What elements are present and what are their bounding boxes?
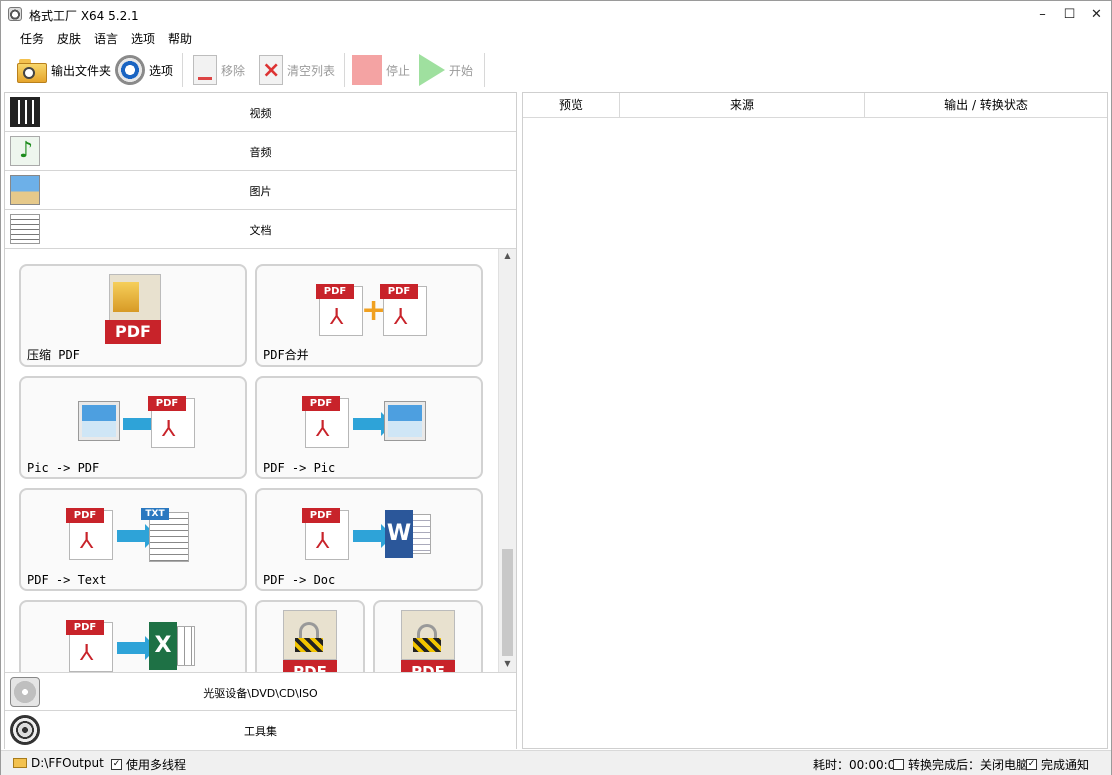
output-path[interactable]: D:\FFOutput xyxy=(13,756,104,770)
pdf-to-doc-icon: PDF ⅄ W xyxy=(302,506,433,562)
status-bar: D:\FFOutput ✓ 使用多线程 耗时：00:00:00 转换完成后：关闭… xyxy=(1,750,1111,775)
app-logo-icon xyxy=(8,7,22,21)
multithread-checkbox[interactable]: ✓ 使用多线程 xyxy=(111,756,186,773)
window-title: 格式工厂 X64 5.2.1 xyxy=(29,9,139,23)
compress-pdf-icon: PDF xyxy=(105,274,161,346)
clear-list-icon: × xyxy=(259,55,283,85)
tool-merge-pdf[interactable]: PDF ⅄ + PDF ⅄ PDF合并 xyxy=(255,264,483,367)
checkbox-checked-icon: ✓ xyxy=(111,759,122,770)
category-image[interactable]: 图片 xyxy=(5,171,516,210)
menu-language[interactable]: 语言 xyxy=(93,30,119,47)
stop-button[interactable]: 停止 xyxy=(352,53,410,87)
column-header-output-status[interactable]: 输出 / 转换状态 xyxy=(865,93,1107,118)
category-document[interactable]: 文档 xyxy=(5,210,516,249)
tool-label: PDF -> Text xyxy=(27,573,107,587)
maximize-button[interactable]: ☐ xyxy=(1056,1,1083,29)
stop-label: 停止 xyxy=(386,63,411,78)
category-disc[interactable]: 光驱设备\DVD\CD\ISO xyxy=(5,672,516,711)
toolbar-separator xyxy=(484,53,485,87)
tool-compress-pdf[interactable]: PDF 压缩 PDF xyxy=(19,264,247,367)
menu-help[interactable]: 帮助 xyxy=(167,30,193,47)
checkbox-checked-icon: ✓ xyxy=(1026,759,1037,770)
options-button[interactable]: 选项 xyxy=(115,53,173,87)
lock-pdf-icon: PDF xyxy=(401,610,455,672)
tool-label: PDF -> Doc xyxy=(263,573,336,587)
tools-scrollbar[interactable]: ▲ ▼ xyxy=(498,249,516,672)
multithread-label: 使用多线程 xyxy=(126,758,187,772)
pdf-to-excel-icon: PDF ⅄ X xyxy=(66,618,197,672)
app-window: 格式工厂 X64 5.2.1 – ☐ ✕ 任务 皮肤 语言 选项 帮助 输出文件… xyxy=(0,0,1112,775)
title-bar: 格式工厂 X64 5.2.1 – ☐ ✕ xyxy=(1,1,1111,29)
output-path-text: D:\FFOutput xyxy=(31,756,104,770)
elapsed-text: 耗时：00:00:00 xyxy=(813,758,903,772)
category-label: 图片 xyxy=(249,185,272,198)
menu-skin[interactable]: 皮肤 xyxy=(56,30,82,47)
toolbar: 输出文件夹 选项 移除 × 清空列表 停止 开始 xyxy=(1,49,1111,91)
category-tools[interactable]: 工具集 xyxy=(5,711,516,750)
clear-list-button[interactable]: × 清空列表 xyxy=(259,53,335,87)
tool-label: Pic -> PDF xyxy=(27,461,100,475)
tool-pdf-to-doc[interactable]: PDF ⅄ W PDF -> Doc xyxy=(255,488,483,591)
after-done-checkbox[interactable]: 转换完成后：关闭电脑 xyxy=(893,756,1028,773)
remove-label: 移除 xyxy=(221,63,246,78)
merge-pdf-icon: PDF ⅄ + PDF ⅄ xyxy=(305,282,433,338)
tool-label: PDF -> Pic xyxy=(263,461,336,475)
category-video[interactable]: 视频 xyxy=(5,93,516,132)
output-folder-label: 输出文件夹 xyxy=(51,63,112,78)
folder-icon xyxy=(13,758,27,768)
options-gear-icon xyxy=(115,55,145,85)
stop-icon xyxy=(352,55,382,85)
column-header-preview[interactable]: 预览 xyxy=(523,93,620,118)
tool-pdf-to-text[interactable]: PDF ⅄ TXT PDF -> Text xyxy=(19,488,247,591)
tool-unlock-pdf[interactable]: PDF xyxy=(255,600,365,672)
pdf-to-text-icon: PDF ⅄ TXT xyxy=(66,506,193,562)
pic-to-pdf-icon: PDF ⅄ xyxy=(79,394,199,450)
column-header-source[interactable]: 来源 xyxy=(620,93,865,118)
start-play-icon xyxy=(419,54,445,86)
unlock-pdf-icon: PDF xyxy=(283,610,337,672)
options-label: 选项 xyxy=(149,63,174,78)
close-button[interactable]: ✕ xyxy=(1083,1,1110,29)
start-label: 开始 xyxy=(449,63,474,78)
menu-options[interactable]: 选项 xyxy=(130,30,156,47)
document-tools-grid: PDF 压缩 PDF PDF ⅄ + PDF ⅄ PDF合并 PDF ⅄ Pic… xyxy=(5,249,516,672)
after-done-label: 转换完成后：关闭电脑 xyxy=(908,758,1029,772)
category-label: 视频 xyxy=(249,107,272,120)
minimize-button[interactable]: – xyxy=(1029,1,1056,29)
category-label: 光驱设备\DVD\CD\ISO xyxy=(203,687,318,700)
function-panel: 视频 音频 图片 文档 PDF 压缩 PDF xyxy=(4,92,517,750)
tool-label: PDF合并 xyxy=(263,348,309,362)
tool-label: 压缩 PDF xyxy=(27,348,80,362)
scroll-up-arrow-icon[interactable]: ▲ xyxy=(499,249,516,263)
tool-pic-to-pdf[interactable]: PDF ⅄ Pic -> PDF xyxy=(19,376,247,479)
tool-lock-pdf[interactable]: PDF xyxy=(373,600,483,672)
toolbar-separator xyxy=(182,53,183,87)
category-label: 音频 xyxy=(249,146,272,159)
remove-button[interactable]: 移除 xyxy=(193,53,245,87)
menu-bar: 任务 皮肤 语言 选项 帮助 xyxy=(1,29,1111,47)
tool-pdf-to-pic[interactable]: PDF ⅄ PDF -> Pic xyxy=(255,376,483,479)
scroll-down-arrow-icon[interactable]: ▼ xyxy=(499,657,516,671)
remove-icon xyxy=(193,55,217,85)
category-audio[interactable]: 音频 xyxy=(5,132,516,171)
start-button[interactable]: 开始 xyxy=(419,53,473,87)
clear-list-label: 清空列表 xyxy=(287,63,336,78)
menu-task[interactable]: 任务 xyxy=(19,30,45,47)
output-folder-button[interactable]: 输出文件夹 xyxy=(17,53,111,87)
elapsed-time: 耗时：00:00:00 xyxy=(813,756,903,773)
notify-checkbox[interactable]: ✓ 完成通知 xyxy=(1026,756,1089,773)
category-label: 文档 xyxy=(249,224,272,237)
notify-label: 完成通知 xyxy=(1041,758,1090,772)
output-folder-icon xyxy=(17,57,47,83)
task-list[interactable]: 预览 来源 输出 / 转换状态 xyxy=(522,92,1108,749)
toolbar-separator xyxy=(344,53,345,87)
scrollbar-thumb[interactable] xyxy=(502,549,513,656)
checkbox-unchecked-icon xyxy=(893,759,904,770)
category-label: 工具集 xyxy=(244,725,277,738)
tool-pdf-to-excel[interactable]: PDF ⅄ X xyxy=(19,600,247,672)
pdf-to-pic-icon: PDF ⅄ xyxy=(302,394,429,450)
